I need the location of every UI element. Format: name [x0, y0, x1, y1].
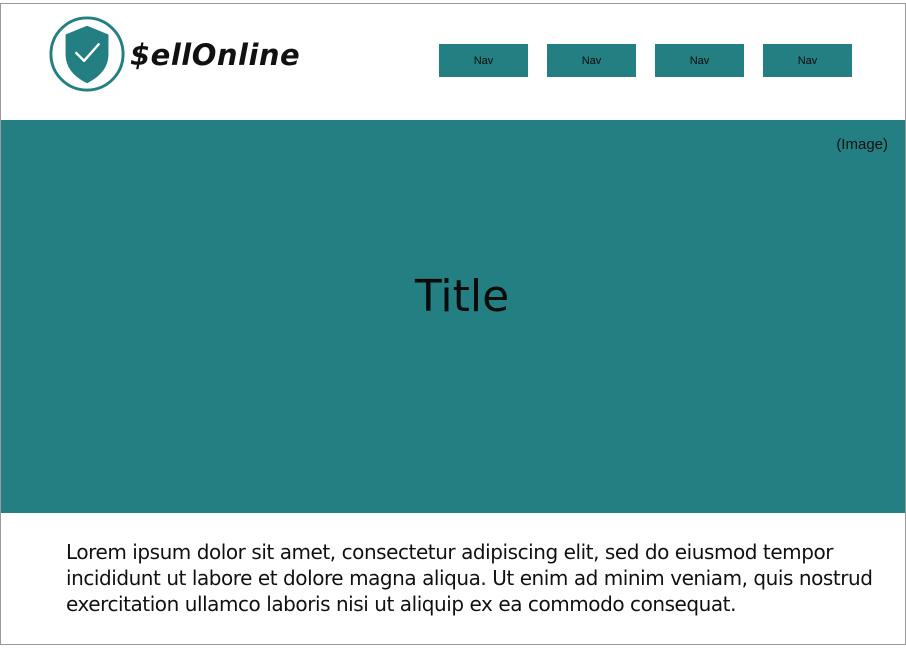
- brand-name: $ellOnline: [130, 38, 301, 72]
- image-placeholder-label: (Image): [836, 136, 888, 153]
- shield-check-icon: [49, 16, 125, 92]
- main-nav: Nav Nav Nav Nav: [439, 44, 852, 77]
- nav-button-2[interactable]: Nav: [547, 44, 636, 77]
- page-frame: $ellOnline Nav Nav Nav Nav (Image) Title…: [0, 3, 906, 645]
- logo-link[interactable]: $ellOnline: [48, 15, 300, 93]
- hero-title: Title: [414, 271, 510, 322]
- hero-image: (Image) Title: [1, 120, 905, 513]
- site-header: $ellOnline Nav Nav Nav Nav: [1, 4, 905, 119]
- body-paragraph: Lorem ipsum dolor sit amet, consectetur …: [66, 540, 873, 616]
- nav-button-1[interactable]: Nav: [439, 44, 528, 77]
- nav-button-3[interactable]: Nav: [655, 44, 744, 77]
- nav-button-4[interactable]: Nav: [763, 44, 852, 77]
